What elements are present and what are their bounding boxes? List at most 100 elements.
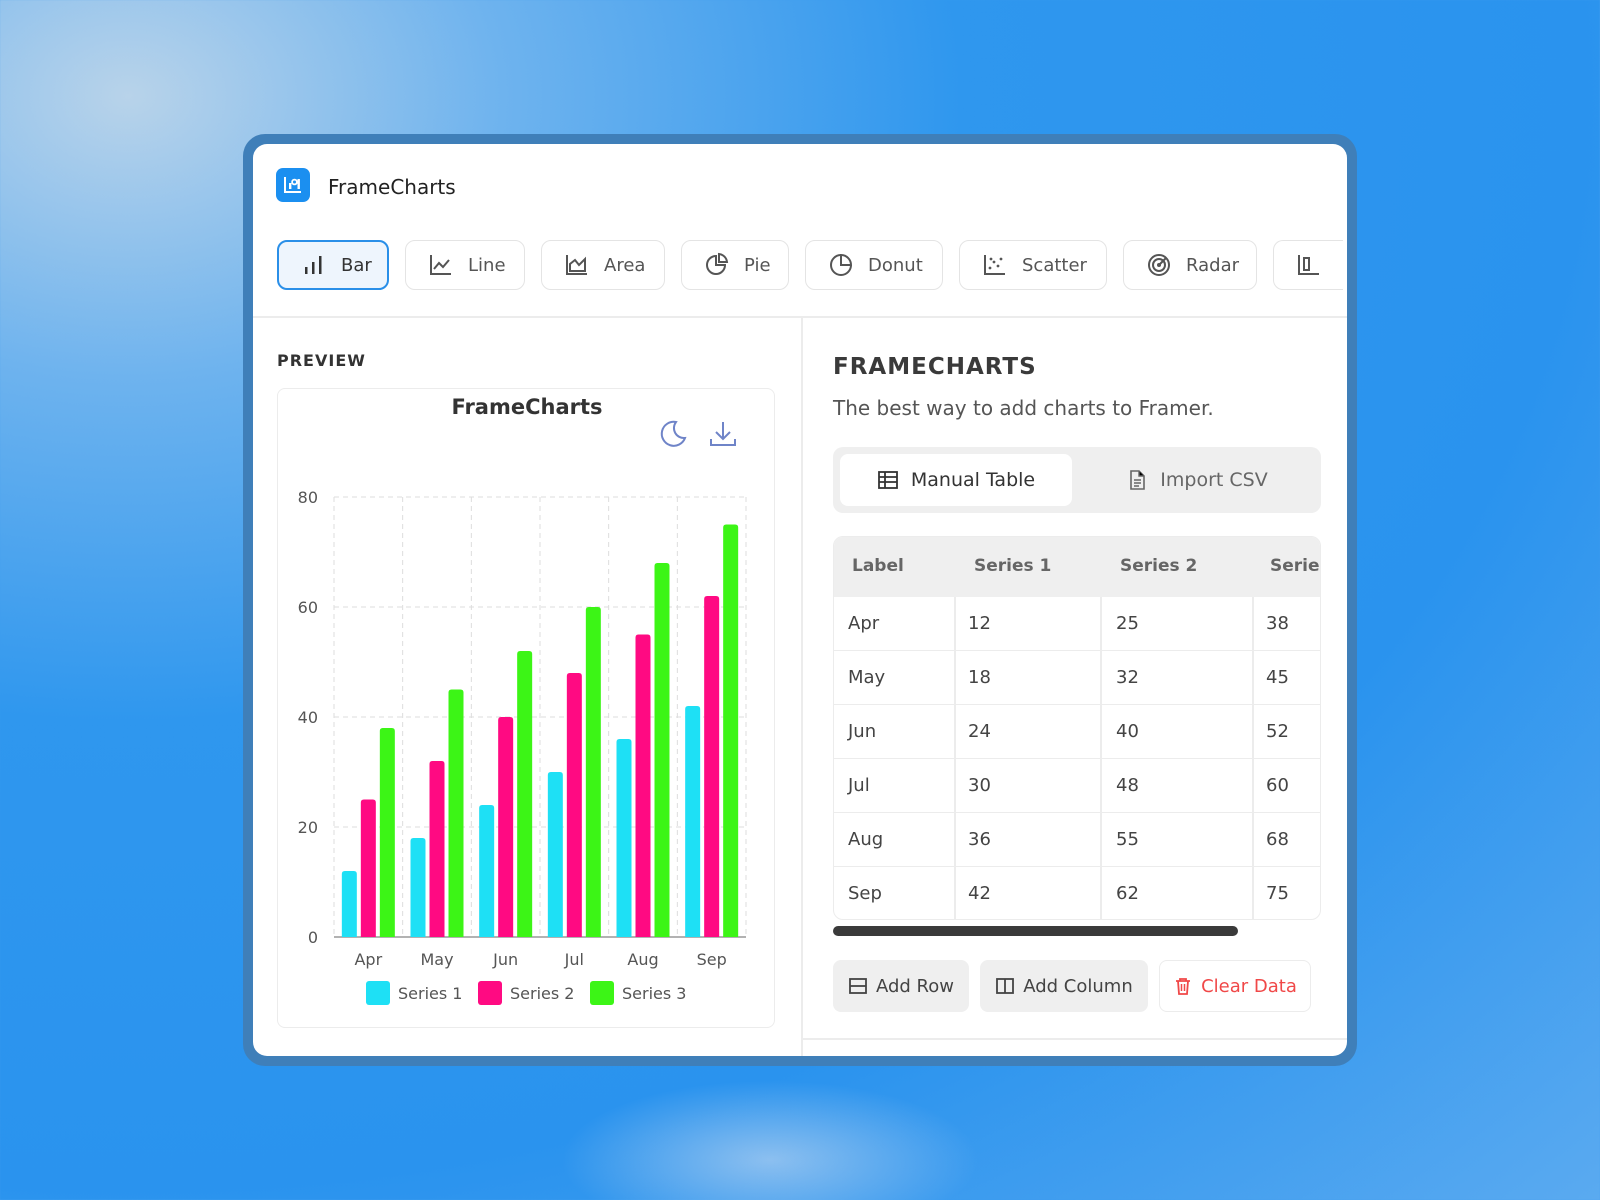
legend-label[interactable]: Series 3 [622,984,686,1003]
bar[interactable] [479,805,495,937]
table-cell[interactable]: 48 [1116,775,1139,796]
table-cell[interactable]: 55 [1116,829,1139,850]
table-cell[interactable]: Jun [848,721,876,742]
table-cell[interactable]: 52 [1266,721,1289,742]
bar[interactable] [547,772,563,937]
x-tick-label: Jul [564,950,584,969]
table-cell[interactable]: 68 [1266,829,1289,850]
bar[interactable] [498,717,514,937]
bar[interactable] [616,739,632,937]
column-header[interactable]: Series 2 [1120,556,1197,576]
table-cell[interactable]: 30 [968,775,991,796]
panel-title: FRAMECHARTS [833,354,1037,380]
tab-line[interactable]: Line [405,240,525,290]
column-header[interactable]: Serie [1270,556,1320,576]
bar[interactable] [360,799,376,938]
radar-chart-icon [1148,254,1170,276]
panel-divider [801,316,803,1056]
tab-bar[interactable]: Bar [277,240,389,290]
header-divider [253,316,1347,318]
table-cell[interactable]: May [848,667,885,688]
tab-label: Donut [868,254,923,276]
tab-label: Line [468,254,506,276]
table-cell[interactable]: 38 [1266,613,1289,634]
trash-icon [1176,978,1191,995]
y-tick-label: 0 [308,928,318,947]
add-column-button[interactable]: Add Column [980,960,1148,1012]
legend-swatch[interactable] [590,981,614,1005]
bar[interactable] [685,706,701,937]
add-row-icon [849,978,867,994]
bar[interactable] [429,761,445,937]
chart-preview-card: 0 20 40 60 80 Apr May Jun Jul Aug Sep Series 1 Serie… [277,388,775,1028]
bar[interactable] [341,871,357,937]
bar-chart-icon [305,256,322,274]
table-cell[interactable]: 36 [968,829,991,850]
column-header[interactable]: Series 1 [974,556,1051,576]
y-tick-label: 20 [298,818,318,837]
clear-data-button[interactable]: Clear Data [1159,960,1311,1012]
legend-label[interactable]: Series 1 [398,984,462,1003]
table-cell[interactable]: 45 [1266,667,1289,688]
legend-label[interactable]: Series 2 [510,984,574,1003]
bar[interactable] [448,689,464,938]
table-horizontal-scrollbar[interactable] [833,926,1238,936]
table-row: Apr 12 25 38 [834,597,1320,651]
table-cell[interactable]: 42 [968,883,991,904]
bar[interactable] [635,634,651,938]
import-csv-button[interactable]: Import CSV [1081,454,1313,506]
titlebar: FrameCharts [253,144,1347,234]
bar[interactable] [410,838,426,937]
preview-label: PREVIEW [277,351,366,370]
table-row: Sep 42 62 75 [834,867,1320,919]
app-title: FrameCharts [328,175,456,199]
table-cell[interactable]: 18 [968,667,991,688]
bar[interactable] [723,524,739,938]
table-cell[interactable]: Aug [848,829,883,850]
pie-chart-icon [706,252,729,275]
tab-label: Scatter [1022,254,1087,276]
tab-scatter[interactable]: Scatter [959,240,1107,290]
chart-title: FrameCharts [451,395,603,419]
table-cell[interactable]: 75 [1266,883,1289,904]
add-row-button[interactable]: Add Row [833,960,969,1012]
legend-swatch[interactable] [366,981,390,1005]
area-chart-icon [566,255,587,275]
legend-swatch[interactable] [478,981,502,1005]
column-header[interactable]: Label [852,556,904,576]
bar[interactable] [585,607,601,937]
x-tick-label: Jun [492,950,518,969]
download-icon[interactable] [706,417,740,451]
table-cell[interactable]: Sep [848,883,882,904]
bar[interactable] [517,651,533,937]
dark-mode-toggle-icon[interactable] [656,417,690,451]
table-cell[interactable]: 62 [1116,883,1139,904]
framecharts-logo-icon [276,168,310,202]
table-cell[interactable]: 32 [1116,667,1139,688]
table-cell[interactable]: 24 [968,721,991,742]
line-chart-icon [430,255,451,275]
tab-label: Radar [1186,254,1239,276]
bar[interactable] [566,673,582,937]
table-cell[interactable]: Apr [848,613,879,634]
x-tick-label: Apr [354,950,382,969]
bar-chart: 0 20 40 60 80 Apr May Jun Jul Aug Sep Series 1 Serie… [298,488,747,1005]
table-cell[interactable]: Jul [848,775,870,796]
manual-table-button[interactable]: Manual Table [840,454,1072,506]
table-cell[interactable]: 12 [968,613,991,634]
tab-radar[interactable]: Radar [1123,240,1257,290]
tab-label: Pie [744,254,771,276]
data-table: Label Series 1 Series 2 Serie Apr 12 25 … [833,536,1321,920]
table-cell[interactable]: 25 [1116,613,1139,634]
tab-area[interactable]: Area [541,240,665,290]
table-cell[interactable]: 40 [1116,721,1139,742]
tab-overflow[interactable] [1273,240,1343,290]
bar[interactable] [379,728,395,937]
bar[interactable] [704,596,720,937]
panel-subtitle: The best way to add charts to Framer. [833,396,1214,420]
table-cell[interactable]: 60 [1266,775,1289,796]
tab-pie[interactable]: Pie [681,240,789,290]
bar[interactable] [654,563,670,937]
tab-donut[interactable]: Donut [805,240,943,290]
x-tick-label: May [420,950,453,969]
